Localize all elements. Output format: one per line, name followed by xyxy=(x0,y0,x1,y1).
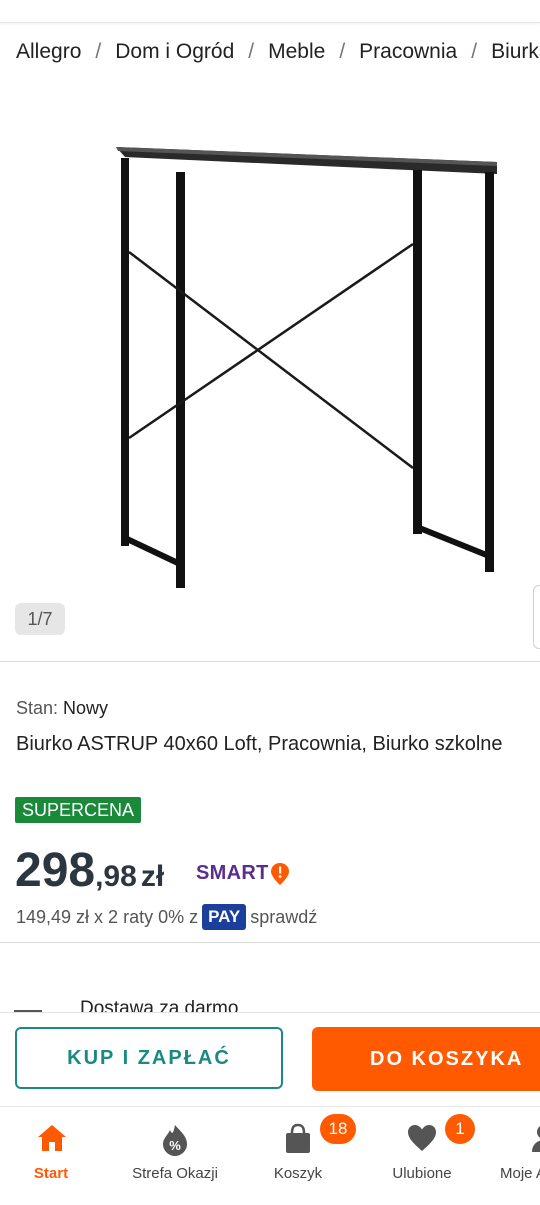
installments-info: 149,49 zł x 2 raty 0% z PAY sprawdź xyxy=(16,904,317,930)
breadcrumb-item-allegro[interactable]: Allegro xyxy=(16,40,81,64)
nav-label-moje-allegro: Moje Allegro xyxy=(500,1165,540,1182)
installments-check-link[interactable]: sprawdź xyxy=(250,907,317,927)
nav-ulubione[interactable]: 1 Ulubione xyxy=(372,1107,475,1205)
add-to-cart-button[interactable]: DO KOSZYKA xyxy=(312,1027,540,1091)
breadcrumb-item-dom-i-ogrod[interactable]: Dom i Ogród xyxy=(115,40,234,64)
bottom-navigation: Start % Strefa Okazji 18 Koszyk 1 Ulubio… xyxy=(0,1106,540,1205)
deals-tag-icon: % xyxy=(163,1125,187,1156)
divider xyxy=(0,661,540,662)
smart-logo: SMART xyxy=(196,862,269,884)
image-counter: 1/7 xyxy=(15,603,65,635)
svg-text:%: % xyxy=(169,1138,181,1153)
price: 298,98 zł xyxy=(15,843,164,898)
favorites-count-badge: 1 xyxy=(445,1114,475,1144)
nav-label-ulubione: Ulubione xyxy=(392,1165,452,1182)
price-decimal: ,98 xyxy=(95,860,137,893)
breadcrumb: Allegro / Dom i Ogród / Meble / Pracownia / Biur… xyxy=(16,40,540,72)
home-icon xyxy=(38,1125,66,1151)
installments-text: 149,49 zł x 2 raty 0% z xyxy=(16,907,199,927)
pay-logo: PAY xyxy=(202,904,247,930)
nav-moje-allegro[interactable]: Moje Allegro xyxy=(492,1107,540,1205)
breadcrumb-separator: / xyxy=(339,40,346,63)
product-image-gallery[interactable] xyxy=(0,84,540,660)
cart-count-badge: 18 xyxy=(320,1114,356,1144)
breadcrumb-item-pracownia[interactable]: Pracownia xyxy=(359,40,457,64)
breadcrumb-separator: / xyxy=(471,40,478,63)
nav-label-start: Start xyxy=(33,1165,69,1182)
buy-now-button[interactable]: KUP I ZAPŁAĆ xyxy=(15,1027,283,1089)
nav-label-strefa-okazji: Strefa Okazji xyxy=(132,1165,218,1182)
breadcrumb-separator: / xyxy=(248,40,255,63)
cart-bag-icon xyxy=(286,1123,310,1153)
user-icon xyxy=(532,1126,540,1152)
top-bar xyxy=(0,0,540,23)
breadcrumb-separator: / xyxy=(95,40,102,63)
condition-label: Stan: xyxy=(16,698,59,718)
condition-value: Nowy xyxy=(63,698,109,718)
divider xyxy=(0,942,540,943)
nav-start[interactable]: Start xyxy=(0,1107,102,1205)
breadcrumb-item-biurka[interactable]: Biurka xyxy=(491,40,540,64)
price-currency: zł xyxy=(140,860,165,893)
breadcrumb-item-meble[interactable]: Meble xyxy=(268,40,325,64)
product-title: Biurko ASTRUP 40x60 Loft, Pracownia, Biu… xyxy=(16,733,503,755)
condition-row: Stan: Nowy xyxy=(16,698,108,719)
nav-label-koszyk: Koszyk xyxy=(273,1165,323,1182)
price-integer: 298 xyxy=(15,844,96,897)
nav-strefa-okazji[interactable]: % Strefa Okazji xyxy=(122,1107,228,1205)
nav-koszyk[interactable]: 18 Koszyk xyxy=(248,1107,356,1205)
supercena-badge: SUPERCENA xyxy=(15,797,142,823)
next-image-button[interactable] xyxy=(533,585,540,649)
smart-pin-icon xyxy=(271,863,289,885)
heart-icon xyxy=(408,1125,436,1151)
desk-product-image xyxy=(116,147,497,588)
